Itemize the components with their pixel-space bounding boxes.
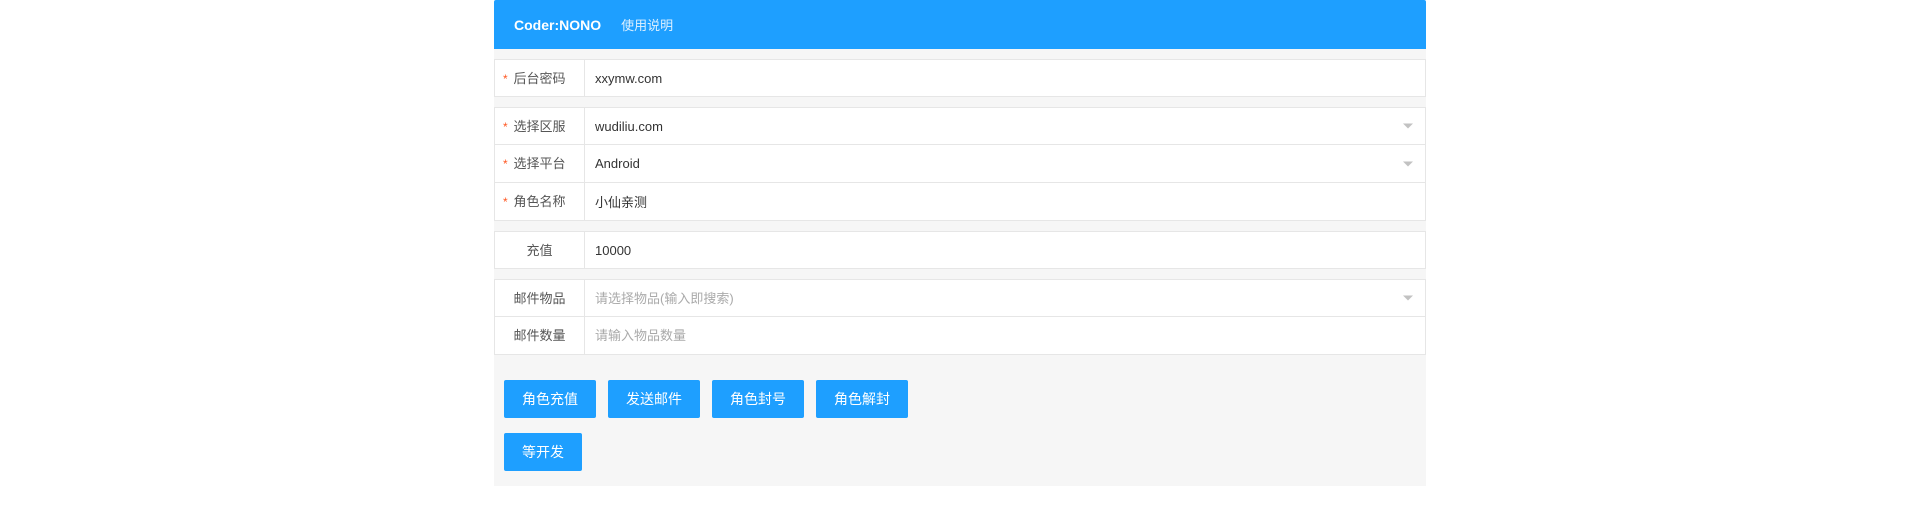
required-indicator: * bbox=[503, 108, 508, 146]
dev-button[interactable]: 等开发 bbox=[504, 433, 582, 471]
required-indicator: * bbox=[503, 183, 508, 221]
mailqty-input[interactable] bbox=[585, 317, 1425, 354]
mailqty-row: 邮件数量 bbox=[494, 317, 1426, 355]
recharge-row: 充值 bbox=[494, 231, 1426, 269]
server-select[interactable]: wudiliu.com bbox=[585, 108, 1425, 144]
form-content: * 后台密码 * 选择区服 wudiliu.com * 选择平台 bbox=[494, 49, 1426, 486]
rolename-row: * 角色名称 bbox=[494, 183, 1426, 221]
sendmail-button[interactable]: 发送邮件 bbox=[608, 380, 700, 418]
ban-button[interactable]: 角色封号 bbox=[712, 380, 804, 418]
usage-guide-link[interactable]: 使用说明 bbox=[621, 15, 673, 34]
rolename-input[interactable] bbox=[585, 183, 1425, 220]
mailitem-row: 邮件物品 请选择物品(输入即搜索) bbox=[494, 279, 1426, 317]
header-bar: Coder:NONO 使用说明 bbox=[494, 0, 1426, 49]
unban-button[interactable]: 角色解封 bbox=[816, 380, 908, 418]
mailitem-label: 邮件物品 bbox=[495, 280, 585, 316]
header-title: Coder:NONO bbox=[514, 17, 601, 33]
password-label-text: 后台密码 bbox=[513, 71, 565, 86]
platform-label-text: 选择平台 bbox=[513, 156, 565, 171]
rolename-label: * 角色名称 bbox=[495, 183, 585, 220]
server-row: * 选择区服 wudiliu.com bbox=[494, 107, 1426, 145]
mailitem-placeholder: 请选择物品(输入即搜索) bbox=[585, 280, 1425, 316]
mailqty-label-text: 邮件数量 bbox=[513, 328, 565, 343]
recharge-label-text: 充值 bbox=[526, 243, 552, 258]
mailqty-label: 邮件数量 bbox=[495, 317, 585, 354]
platform-select[interactable]: Android bbox=[585, 145, 1425, 182]
rolename-label-text: 角色名称 bbox=[513, 194, 565, 209]
recharge-button[interactable]: 角色充值 bbox=[504, 380, 596, 418]
recharge-input[interactable] bbox=[585, 232, 1425, 268]
password-label: * 后台密码 bbox=[495, 60, 585, 96]
password-row: * 后台密码 bbox=[494, 59, 1426, 97]
recharge-label: 充值 bbox=[495, 232, 585, 268]
platform-label: * 选择平台 bbox=[495, 145, 585, 182]
password-input[interactable] bbox=[585, 60, 1425, 96]
server-label: * 选择区服 bbox=[495, 108, 585, 144]
button-area: 角色充值 发送邮件 角色封号 角色解封 等开发 bbox=[494, 365, 1426, 486]
mailitem-label-text: 邮件物品 bbox=[513, 291, 565, 306]
server-value: wudiliu.com bbox=[585, 108, 1425, 144]
required-indicator: * bbox=[503, 60, 508, 98]
platform-value: Android bbox=[585, 145, 1425, 182]
server-label-text: 选择区服 bbox=[513, 119, 565, 134]
mailitem-select[interactable]: 请选择物品(输入即搜索) bbox=[585, 280, 1425, 316]
required-indicator: * bbox=[503, 145, 508, 183]
platform-row: * 选择平台 Android bbox=[494, 145, 1426, 183]
